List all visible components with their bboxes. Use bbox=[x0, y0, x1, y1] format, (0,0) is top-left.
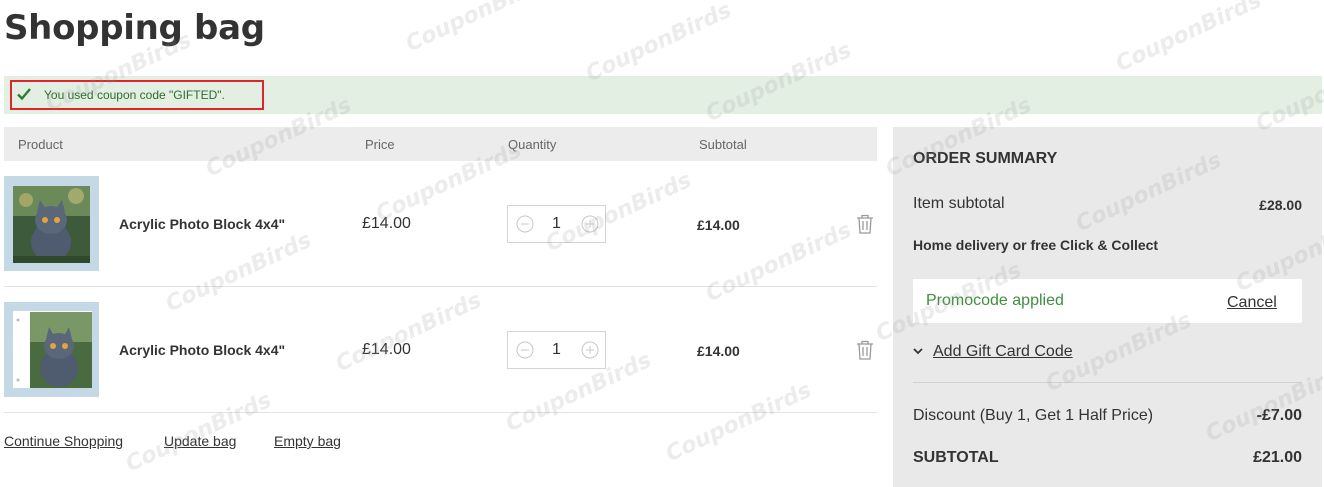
watermark: CouponBirds bbox=[122, 387, 276, 472]
quantity-stepper: 1 bbox=[507, 205, 606, 243]
plus-icon[interactable] bbox=[581, 215, 599, 233]
quantity-stepper: 1 bbox=[507, 331, 606, 369]
product-thumbnail[interactable] bbox=[4, 302, 99, 397]
header-subtotal: Subtotal bbox=[699, 137, 747, 152]
add-gift-card-link[interactable]: Add Gift Card Code bbox=[933, 343, 1073, 361]
trash-icon[interactable] bbox=[855, 339, 875, 361]
discount-value: -£7.00 bbox=[1256, 407, 1302, 424]
summary-divider bbox=[913, 382, 1302, 383]
watermark: CouponBirds bbox=[162, 227, 316, 318]
discount-label: Discount (Buy 1, Get 1 Half Price) bbox=[913, 407, 1154, 424]
watermark: CouponBirds bbox=[662, 377, 816, 468]
promo-status: Promocode applied bbox=[926, 292, 1064, 309]
trash-icon[interactable] bbox=[855, 213, 875, 235]
product-subtotal: £14.00 bbox=[697, 343, 740, 359]
watermark: CouponBirds bbox=[332, 287, 486, 378]
watermark: CouponBirds bbox=[1112, 0, 1266, 78]
update-bag-link[interactable]: Update bag bbox=[164, 433, 236, 449]
header-product: Product bbox=[18, 137, 63, 152]
item-subtotal-value: £28.00 bbox=[1259, 197, 1302, 213]
delivery-info: Home delivery or free Click & Collect bbox=[913, 237, 1159, 253]
product-thumbnail[interactable] bbox=[4, 176, 99, 271]
product-name[interactable]: Acrylic Photo Block 4x4" bbox=[119, 216, 285, 232]
chevron-down-icon[interactable] bbox=[912, 345, 924, 357]
header-price: Price bbox=[365, 137, 395, 152]
continue-shopping-link[interactable]: Continue Shopping bbox=[4, 433, 123, 449]
row-divider bbox=[4, 286, 877, 287]
item-subtotal-label: Item subtotal bbox=[913, 195, 1005, 212]
row-divider bbox=[4, 412, 877, 413]
watermark: CouponBirds bbox=[402, 0, 556, 58]
subtotal-value: £21.00 bbox=[1253, 449, 1302, 466]
cancel-promo-link[interactable]: Cancel bbox=[1227, 294, 1277, 312]
subtotal-label: SUBTOTAL bbox=[913, 449, 999, 466]
product-subtotal: £14.00 bbox=[697, 217, 740, 233]
checkmark-icon bbox=[17, 88, 31, 101]
product-price: £14.00 bbox=[362, 215, 411, 232]
coupon-notice-text: You used coupon code "GIFTED". bbox=[44, 88, 225, 102]
product-price: £14.00 bbox=[362, 341, 411, 358]
product-name[interactable]: Acrylic Photo Block 4x4" bbox=[119, 342, 285, 358]
page-title: Shopping bag bbox=[4, 8, 265, 48]
order-summary-title: ORDER SUMMARY bbox=[913, 150, 1058, 167]
empty-bag-link[interactable]: Empty bag bbox=[274, 433, 341, 449]
header-quantity: Quantity bbox=[508, 137, 557, 152]
watermark: CouponBirds bbox=[582, 0, 736, 88]
plus-icon[interactable] bbox=[581, 341, 599, 359]
